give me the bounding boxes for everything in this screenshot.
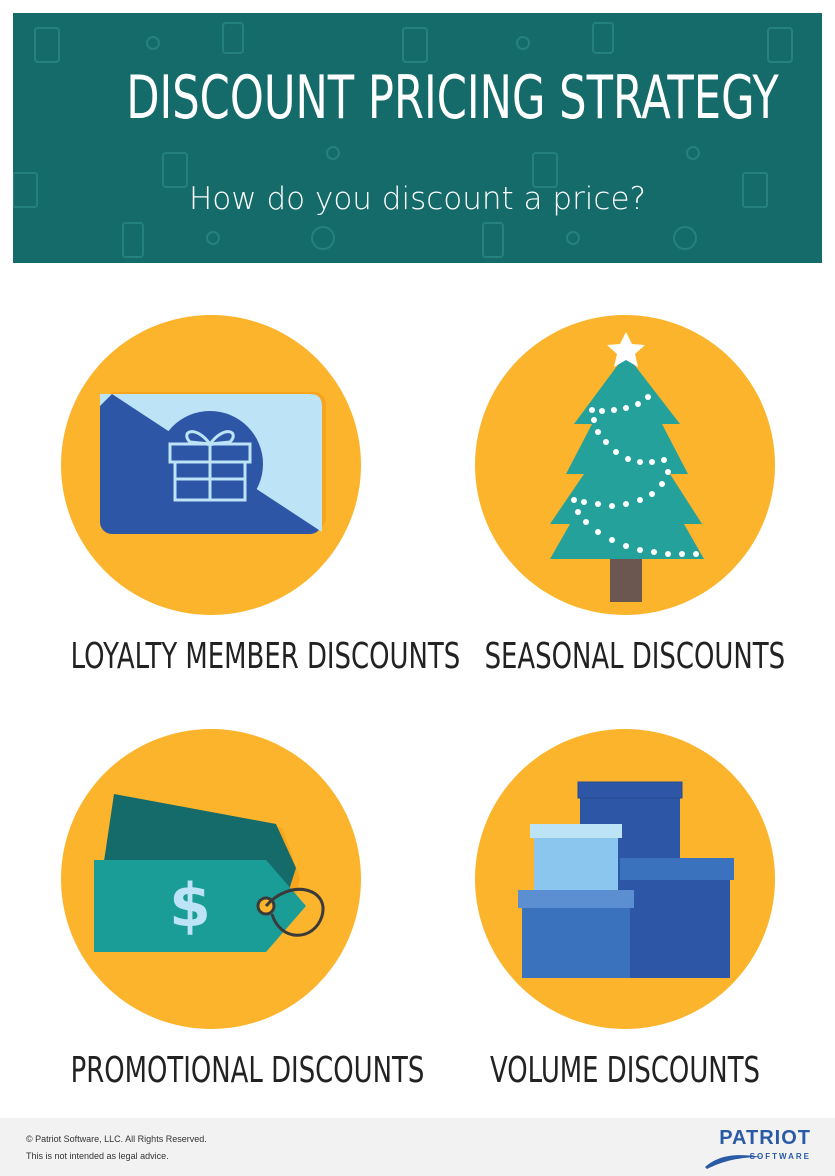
- header-pattern: [13, 22, 793, 258]
- disclaimer-text: This is not intended as legal advice.: [26, 1151, 169, 1161]
- volume-label: VOLUME DISCOUNTS: [489, 1050, 760, 1091]
- swoosh-icon: [705, 1155, 764, 1169]
- price-tag-icon: $: [61, 729, 361, 1029]
- stacked-boxes-icon: [475, 729, 775, 1029]
- gift-card-icon: [61, 315, 361, 615]
- promotional-label: PROMOTIONAL DISCOUNTS: [70, 1050, 425, 1091]
- header-banner: DISCOUNT PRICING STRATEGY How do you dis…: [13, 13, 822, 263]
- footer: © Patriot Software, LLC. All Rights Rese…: [0, 1118, 835, 1176]
- copyright-text: © Patriot Software, LLC. All Rights Rese…: [26, 1134, 207, 1144]
- seasonal-label: SEASONAL DISCOUNTS: [484, 636, 786, 677]
- page-title: DISCOUNT PRICING STRATEGY: [126, 63, 779, 133]
- dollar-symbol: $: [169, 871, 211, 941]
- patriot-logo[interactable]: PATRIOT SOFTWARE: [705, 1127, 811, 1169]
- brand-name: PATRIOT: [719, 1127, 811, 1149]
- christmas-tree-icon: [475, 315, 775, 615]
- loyalty-label: LOYALTY MEMBER DISCOUNTS: [70, 636, 461, 677]
- page-subtitle: How do you discount a price?: [188, 181, 646, 217]
